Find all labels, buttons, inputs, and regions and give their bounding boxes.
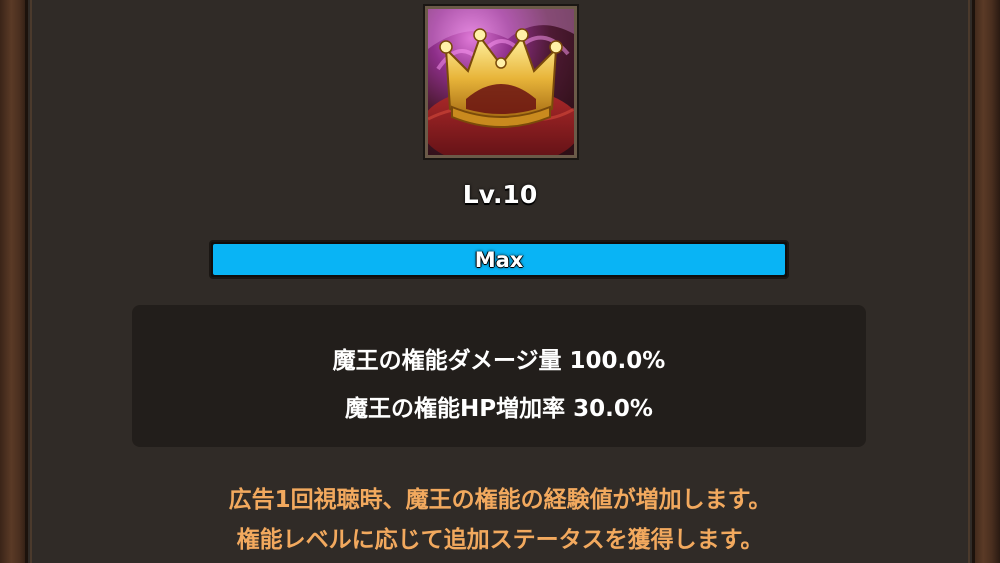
skill-panel: Lv.10 Max 魔王の権能ダメージ量 100.0% 魔王の権能HP増加率 3… <box>0 0 1000 563</box>
left-border-line <box>30 0 32 563</box>
level-progress-bar: Max <box>209 240 789 279</box>
right-border-line <box>968 0 970 563</box>
note-bonus-status: 権能レベルに応じて追加ステータスを獲得します。 <box>236 527 764 553</box>
stats-box: 魔王の権能ダメージ量 100.0% 魔王の権能HP増加率 30.0% <box>132 305 866 447</box>
skill-level: Lv.10 <box>462 180 538 209</box>
crown-icon <box>425 6 577 158</box>
note-ad-exp: 広告1回視聴時、魔王の権能の経験値が増加します。 <box>228 487 772 513</box>
stat-damage: 魔王の権能ダメージ量 100.0% <box>332 348 666 374</box>
right-wood-border <box>972 0 1000 563</box>
stat-hp: 魔王の権能HP増加率 30.0% <box>345 396 653 422</box>
left-wood-border <box>0 0 28 563</box>
level-progress-label: Max <box>474 247 524 272</box>
